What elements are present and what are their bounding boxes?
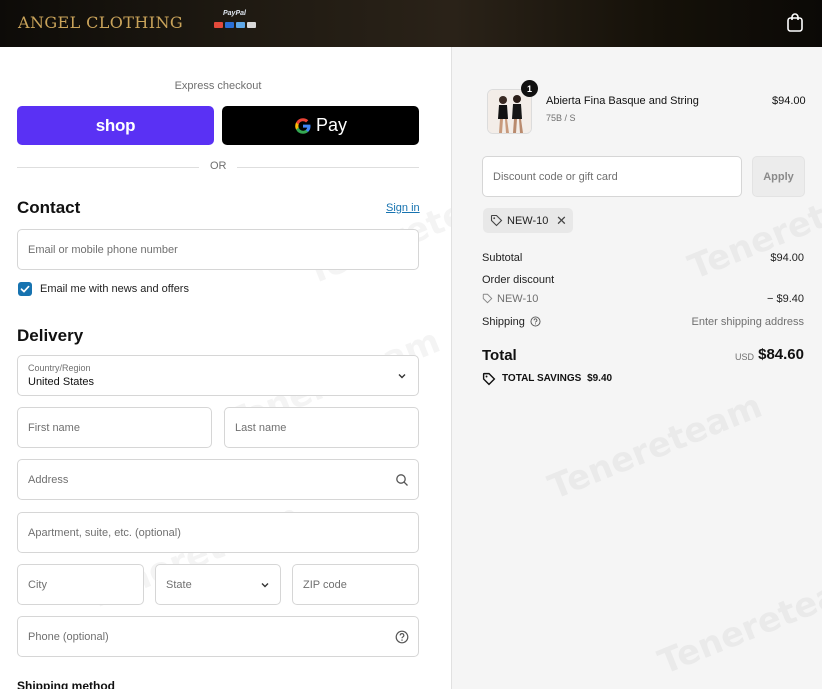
first-name-placeholder: First name — [28, 421, 80, 434]
google-pay-button[interactable]: Pay — [222, 106, 419, 145]
or-label: OR — [210, 160, 227, 172]
google-pay-label: Pay — [315, 115, 348, 135]
savings-tag-icon — [482, 372, 496, 386]
card-icon — [214, 22, 223, 28]
product-price: $94.00 — [772, 95, 806, 107]
discount-placeholder: Discount code or gift card — [493, 170, 618, 183]
subtotal-label: Subtotal — [482, 252, 523, 264]
help-icon[interactable] — [530, 316, 541, 327]
tag-icon — [482, 293, 493, 304]
zip-code-field[interactable]: ZIP code — [292, 564, 419, 605]
newsletter-label: Email me with news and offers — [40, 283, 189, 295]
google-g-icon — [295, 117, 311, 134]
phone-field[interactable]: Phone (optional) — [17, 616, 419, 657]
total-label: Total — [482, 347, 517, 364]
card-icon — [225, 22, 234, 28]
shipping-method-title: Shipping method — [17, 679, 115, 689]
order-summary: Tenereteam Tenereteam Tenereteam 1 Abier… — [451, 47, 822, 689]
email-placeholder: Email or mobile phone number — [28, 243, 178, 256]
discount-value: − $9.40 — [766, 293, 804, 305]
total-savings: TOTAL SAVINGS $9.40 — [502, 373, 612, 384]
country-select[interactable]: Country/Region United States — [17, 355, 419, 396]
product-name: Abierta Fina Basque and String — [546, 95, 699, 107]
chevron-down-icon — [261, 583, 269, 588]
applied-code: NEW-10 — [507, 215, 549, 227]
shop-pay-label: shop — [95, 115, 136, 135]
search-icon — [396, 474, 408, 486]
watermark: Tenereteam — [653, 561, 822, 683]
product-variant: 75B / S — [546, 113, 576, 123]
apartment-field[interactable]: Apartment, suite, etc. (optional) — [17, 512, 419, 553]
city-field[interactable]: City — [17, 564, 144, 605]
card-icon — [247, 22, 256, 28]
first-name-field[interactable]: First name — [17, 407, 212, 448]
state-select[interactable]: State — [155, 564, 281, 605]
remove-discount-icon[interactable]: ✕ — [556, 213, 567, 229]
tag-icon — [490, 214, 503, 227]
apartment-placeholder: Apartment, suite, etc. (optional) — [28, 526, 181, 539]
shop-pay-button[interactable]: shop — [17, 106, 214, 145]
apply-label: Apply — [763, 170, 794, 183]
watermark: Tenereteam — [543, 386, 768, 508]
discount-code-label: NEW-10 — [497, 293, 539, 305]
savings-value: $9.40 — [587, 373, 613, 384]
email-field[interactable]: Email or mobile phone number — [17, 229, 419, 270]
checkmark-icon — [20, 285, 30, 293]
country-value: United States — [28, 376, 95, 388]
subtotal-value: $94.00 — [770, 252, 804, 264]
last-name-field[interactable]: Last name — [224, 407, 419, 448]
or-divider: OR — [17, 160, 419, 174]
shipping-value: Enter shipping address — [691, 316, 804, 328]
newsletter-checkbox[interactable] — [18, 282, 32, 296]
address-field[interactable]: Address — [17, 459, 419, 500]
address-placeholder: Address — [28, 473, 69, 486]
product-image — [488, 90, 531, 133]
country-label: Country/Region — [28, 363, 91, 373]
state-placeholder: State — [166, 578, 192, 591]
apply-discount-button[interactable]: Apply — [752, 156, 805, 197]
city-placeholder: City — [28, 578, 47, 591]
discount-code-field[interactable]: Discount code or gift card — [482, 156, 742, 197]
paypal-label: PayPal — [223, 10, 246, 17]
shipping-label: Shipping — [482, 316, 525, 328]
phone-placeholder: Phone (optional) — [28, 630, 109, 643]
quantity-badge: 1 — [521, 80, 538, 97]
express-checkout-label: Express checkout — [174, 80, 262, 92]
chevron-down-icon — [398, 374, 406, 379]
applied-discount-tag: NEW-10 ✕ — [483, 208, 573, 233]
zip-code-placeholder: ZIP code — [303, 578, 347, 591]
savings-label: TOTAL SAVINGS — [502, 373, 582, 384]
contact-title: Contact — [17, 198, 81, 217]
help-icon[interactable] — [395, 630, 409, 644]
order-discount-label: Order discount — [482, 274, 555, 286]
card-icon — [236, 22, 245, 28]
site-header: ANGEL CLOTHING PayPal — [0, 0, 822, 47]
last-name-placeholder: Last name — [235, 421, 287, 434]
paypal-badge: PayPal — [214, 10, 258, 30]
divider-line — [17, 167, 199, 168]
brand-logo[interactable]: ANGEL CLOTHING — [18, 13, 183, 32]
delivery-title: Delivery — [17, 326, 84, 345]
shopping-bag-icon[interactable] — [786, 12, 804, 32]
checkout-form: Tenereteam Tenereteam Tenereteam Express… — [0, 47, 526, 689]
sign-in-link[interactable]: Sign in — [386, 202, 420, 214]
total-value: $84.60 — [758, 346, 804, 363]
divider-line — [237, 167, 419, 168]
currency-code: USD — [735, 352, 755, 362]
